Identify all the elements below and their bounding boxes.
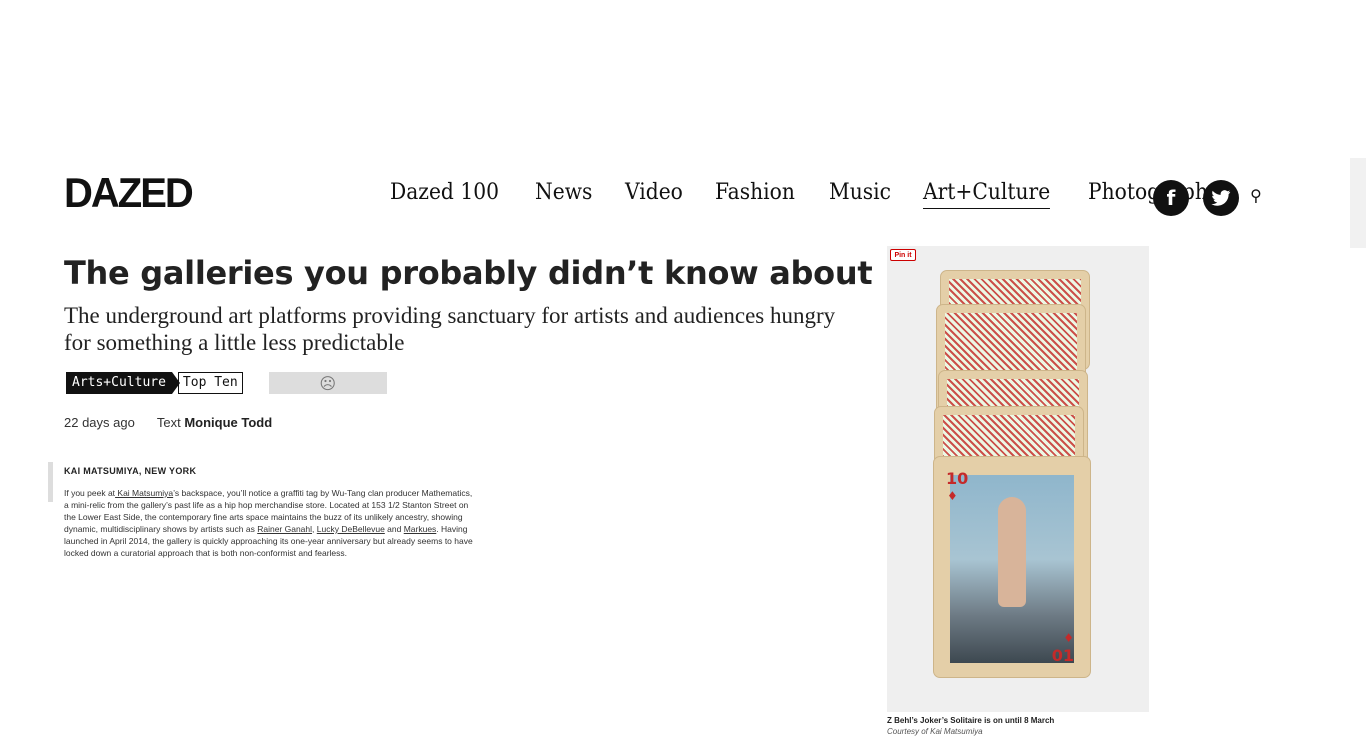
link-markues[interactable]: Markues <box>404 524 437 534</box>
nav-item-music[interactable]: Music <box>829 180 891 209</box>
section-bar <box>48 462 53 502</box>
card-rank-top: 10 <box>946 469 969 488</box>
byline-label: Text <box>156 415 181 430</box>
card-rank-bottom: 01 <box>1051 646 1074 665</box>
photo-credit: Courtesy of Kai Matsumiya <box>887 727 983 736</box>
article-dek: The underground art platforms providing … <box>64 303 836 355</box>
article-headline: The galleries you probably didn’t know a… <box>64 254 873 292</box>
nav-item-art-culture[interactable]: Art+Culture <box>922 180 1051 209</box>
twitter-icon[interactable] <box>1203 180 1239 216</box>
page-scrollbar[interactable] <box>1350 158 1366 248</box>
facebook-icon[interactable]: f <box>1153 180 1189 216</box>
byline: Text Monique Todd <box>157 415 272 430</box>
search-icon[interactable]: ⚲ <box>1250 186 1262 205</box>
dazed-logo[interactable]: DAZED <box>64 170 194 217</box>
body-text-4: and <box>384 524 404 534</box>
link-lucky-debellevue[interactable]: Lucky DeBellevue <box>317 524 385 534</box>
article-tags: Arts+Culture Top Ten ☹ <box>66 372 387 394</box>
nav-item-news[interactable]: News <box>535 180 592 209</box>
broken-image-icon: ☹ <box>268 372 387 394</box>
section-heading: KAI MATSUMIYA, NEW YORK <box>64 466 197 476</box>
diamond-icon: ♦ <box>1063 631 1074 645</box>
diamond-icon: ♦ <box>947 489 958 503</box>
publish-age: 22 days ago <box>64 415 135 430</box>
twitter-bird-icon <box>1211 190 1231 206</box>
link-rainer-ganahl[interactable]: Rainer Ganahl <box>257 524 312 534</box>
photo-caption: Z Behl’s Joker’s Solitaire is on until 8… <box>887 716 1055 725</box>
nav-item-fashion[interactable]: Fashion <box>715 180 795 209</box>
nav-item-video[interactable]: Video <box>625 180 683 209</box>
link-kai-matsumiya[interactable]: Kai Matsumiya <box>115 488 173 498</box>
card-face: 10 ♦ 01 ♦ <box>933 456 1091 678</box>
article-meta: 22 days ago Text Monique Todd <box>64 415 272 430</box>
main-nav: Dazed 100 News Video Fashion Music Art+C… <box>390 180 1231 209</box>
article-body: If you peek at Kai Matsumiya’s backspace… <box>64 487 479 559</box>
pin-it-button[interactable]: Pin it <box>890 249 916 261</box>
body-text-1: If you peek at <box>64 488 116 498</box>
tag-arts-culture[interactable]: Arts+Culture <box>66 372 180 394</box>
article-photo[interactable]: Pin it 10 ♦ 01 ♦ <box>887 246 1149 712</box>
author-name[interactable]: Monique Todd <box>184 415 272 430</box>
nav-item-dazed-100[interactable]: Dazed 100 <box>390 180 499 209</box>
tag-top-ten[interactable]: Top Ten <box>177 372 243 394</box>
card-figure <box>998 497 1026 607</box>
